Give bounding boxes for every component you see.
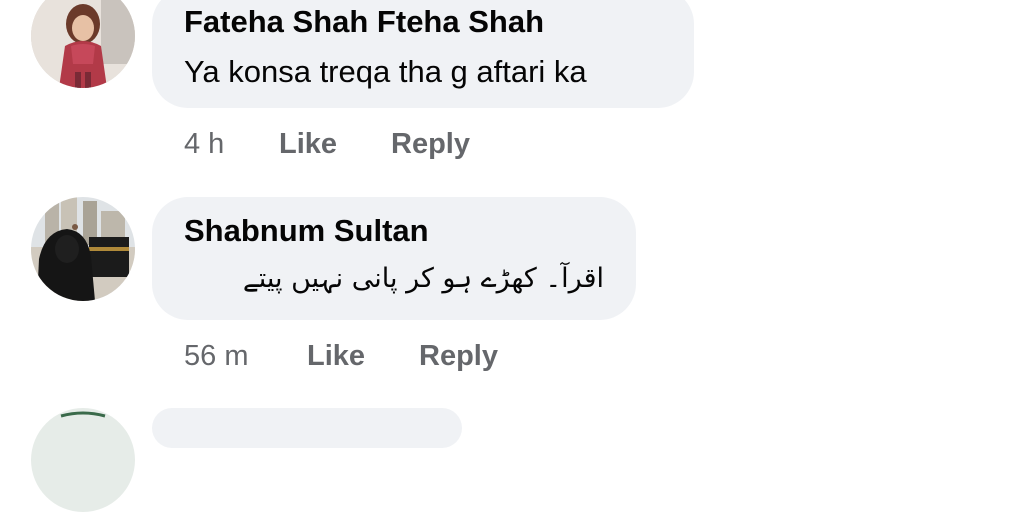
comment-bubble: Fateha Shah Fteha Shah Ya konsa treqa th… — [152, 0, 694, 108]
comment-text: اقرآ۔ کھڑے ہو کر پانی نہیں پیتے — [242, 263, 604, 294]
like-button[interactable]: Like — [307, 340, 365, 373]
comment-bubble — [152, 408, 462, 448]
reply-button[interactable]: Reply — [391, 128, 470, 161]
avatar[interactable] — [31, 0, 135, 88]
comment-timestamp[interactable]: 56 m — [184, 340, 248, 373]
comment-bubble: Shabnum Sultan اقرآ۔ کھڑے ہو کر پانی نہی… — [152, 197, 636, 320]
reply-button[interactable]: Reply — [419, 340, 498, 373]
comment-author[interactable]: Shabnum Sultan — [184, 213, 429, 249]
comment-timestamp[interactable]: 4 h — [184, 128, 224, 161]
avatar[interactable] — [31, 197, 135, 301]
comment-text: Ya konsa treqa tha g aftari ka — [184, 54, 587, 89]
comment-author[interactable]: Fateha Shah Fteha Shah — [184, 4, 544, 40]
like-button[interactable]: Like — [279, 128, 337, 161]
